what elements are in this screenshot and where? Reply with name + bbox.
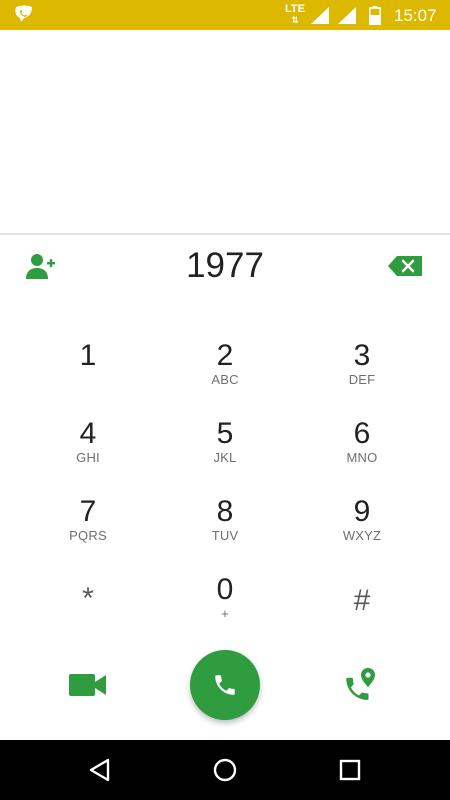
key-digit: # xyxy=(353,584,371,617)
key-letters: + xyxy=(221,606,229,621)
network-type: LTE xyxy=(285,3,305,15)
key-digit: 4 xyxy=(79,417,97,450)
key-1[interactable]: 1 xyxy=(28,340,148,410)
add-contact-icon[interactable] xyxy=(26,252,56,280)
backspace-icon[interactable] xyxy=(388,256,422,276)
key-letters: MNO xyxy=(346,450,378,465)
divider xyxy=(0,233,450,235)
key-digit: 5 xyxy=(216,417,234,450)
key-letters: WXYZ xyxy=(342,528,382,543)
key-digit: 6 xyxy=(353,417,371,450)
key-letters: GHI xyxy=(76,450,100,465)
call-button[interactable] xyxy=(190,650,260,720)
key-letters: PQRS xyxy=(69,528,107,543)
location-call-icon[interactable] xyxy=(345,668,377,702)
key-7[interactable]: 7 PQRS xyxy=(28,496,148,566)
dialed-number[interactable]: 1977 xyxy=(100,246,350,286)
key-letters: JKL xyxy=(213,450,237,465)
signal-icon xyxy=(311,7,329,24)
search-results-area xyxy=(0,30,450,233)
key-2[interactable]: 2 ABC xyxy=(165,340,285,410)
navigation-bar xyxy=(0,740,450,800)
wifi-call-icon xyxy=(15,5,32,22)
status-bar: LTE ⇅ 15:07 xyxy=(0,0,450,30)
key-digit: 2 xyxy=(216,339,234,372)
key-digit: 9 xyxy=(353,495,371,528)
key-6[interactable]: 6 MNO xyxy=(302,418,422,488)
key-4[interactable]: 4 GHI xyxy=(28,418,148,488)
key-digit: 3 xyxy=(353,339,371,372)
call-icon xyxy=(215,675,235,695)
battery-icon xyxy=(369,6,381,25)
lte-icon: LTE ⇅ xyxy=(284,4,306,26)
key-3[interactable]: 3 DEF xyxy=(302,340,422,410)
recents-icon[interactable] xyxy=(336,756,364,784)
key-9[interactable]: 9 WXYZ xyxy=(302,496,422,566)
home-icon[interactable] xyxy=(211,756,239,784)
key-digit: 8 xyxy=(216,495,234,528)
key-star[interactable]: * xyxy=(28,582,148,652)
key-letters: TUV xyxy=(211,528,239,543)
back-icon[interactable] xyxy=(86,756,114,784)
key-0[interactable]: 0 + xyxy=(165,574,285,644)
key-digit: * xyxy=(82,582,94,615)
key-digit: 1 xyxy=(79,339,97,372)
clock: 15:07 xyxy=(394,6,437,25)
key-letters: DEF xyxy=(348,372,376,387)
key-hash[interactable]: # xyxy=(302,584,422,654)
video-call-icon[interactable] xyxy=(69,673,107,697)
signal-icon xyxy=(338,7,356,24)
key-digit: 0 xyxy=(216,573,234,606)
key-letters: ABC xyxy=(211,372,239,387)
key-digit: 7 xyxy=(79,495,97,528)
key-5[interactable]: 5 JKL xyxy=(165,418,285,488)
key-8[interactable]: 8 TUV xyxy=(165,496,285,566)
data-arrows-icon: ⇅ xyxy=(291,15,299,25)
